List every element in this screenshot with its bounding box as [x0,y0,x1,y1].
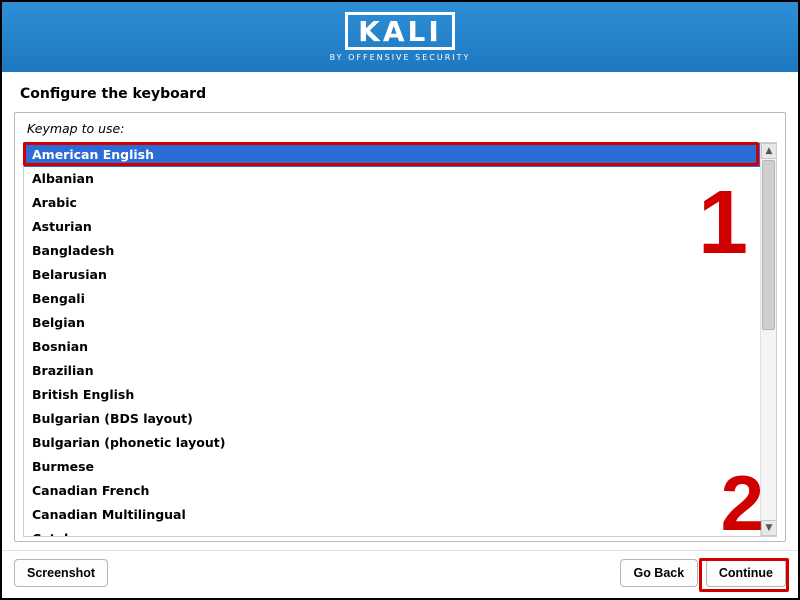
keymap-list[interactable]: American EnglishAlbanianArabicAsturianBa… [23,142,777,537]
list-item[interactable]: Catalan [24,527,760,536]
scroll-thumb[interactable] [762,160,775,330]
keymap-list-wrap: American EnglishAlbanianArabicAsturianBa… [23,142,777,537]
list-item[interactable]: Bangladesh [24,239,760,263]
logo-subtitle: BY OFFENSIVE SECURITY [330,53,471,62]
list-item[interactable]: American English [24,143,760,167]
list-item[interactable]: Belgian [24,311,760,335]
installer-window: KALI BY OFFENSIVE SECURITY Configure the… [0,0,800,600]
list-item[interactable]: Belarusian [24,263,760,287]
keymap-prompt: Keymap to use: [27,121,777,136]
list-item[interactable]: Canadian French [24,479,760,503]
page-title: Configure the keyboard [2,72,798,112]
list-item[interactable]: Burmese [24,455,760,479]
scroll-down-button[interactable]: ▼ [761,520,777,536]
continue-button[interactable]: Continue [706,559,786,587]
list-item[interactable]: Asturian [24,215,760,239]
kali-logo: KALI BY OFFENSIVE SECURITY [330,12,471,61]
list-item[interactable]: Albanian [24,167,760,191]
list-item[interactable]: Arabic [24,191,760,215]
list-item[interactable]: Brazilian [24,359,760,383]
scrollbar[interactable]: ▲ ▼ [760,143,776,536]
scroll-up-button[interactable]: ▲ [761,143,777,159]
list-item[interactable]: Bengali [24,287,760,311]
go-back-button[interactable]: Go Back [620,559,698,587]
list-item[interactable]: Bosnian [24,335,760,359]
header-banner: KALI BY OFFENSIVE SECURITY [2,2,798,72]
list-item[interactable]: Bulgarian (BDS layout) [24,407,760,431]
main-panel: Keymap to use: American EnglishAlbanianA… [14,112,786,542]
screenshot-button[interactable]: Screenshot [14,559,108,587]
list-item[interactable]: Bulgarian (phonetic layout) [24,431,760,455]
list-item[interactable]: British English [24,383,760,407]
list-item[interactable]: Canadian Multilingual [24,503,760,527]
footer-bar: Screenshot Go Back Continue [2,550,798,598]
logo-text: KALI [345,12,455,49]
